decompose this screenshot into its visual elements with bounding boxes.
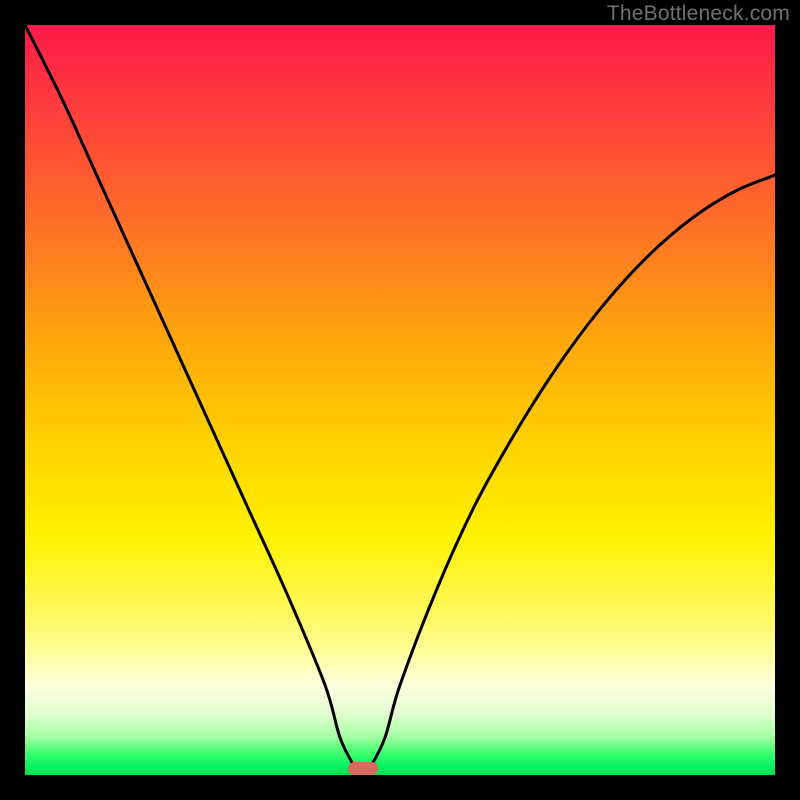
optimum-marker bbox=[348, 762, 378, 775]
curve-path bbox=[25, 25, 775, 775]
bottleneck-curve bbox=[25, 25, 775, 775]
chart-plot-area bbox=[25, 25, 775, 775]
watermark-text: TheBottleneck.com bbox=[607, 2, 790, 26]
